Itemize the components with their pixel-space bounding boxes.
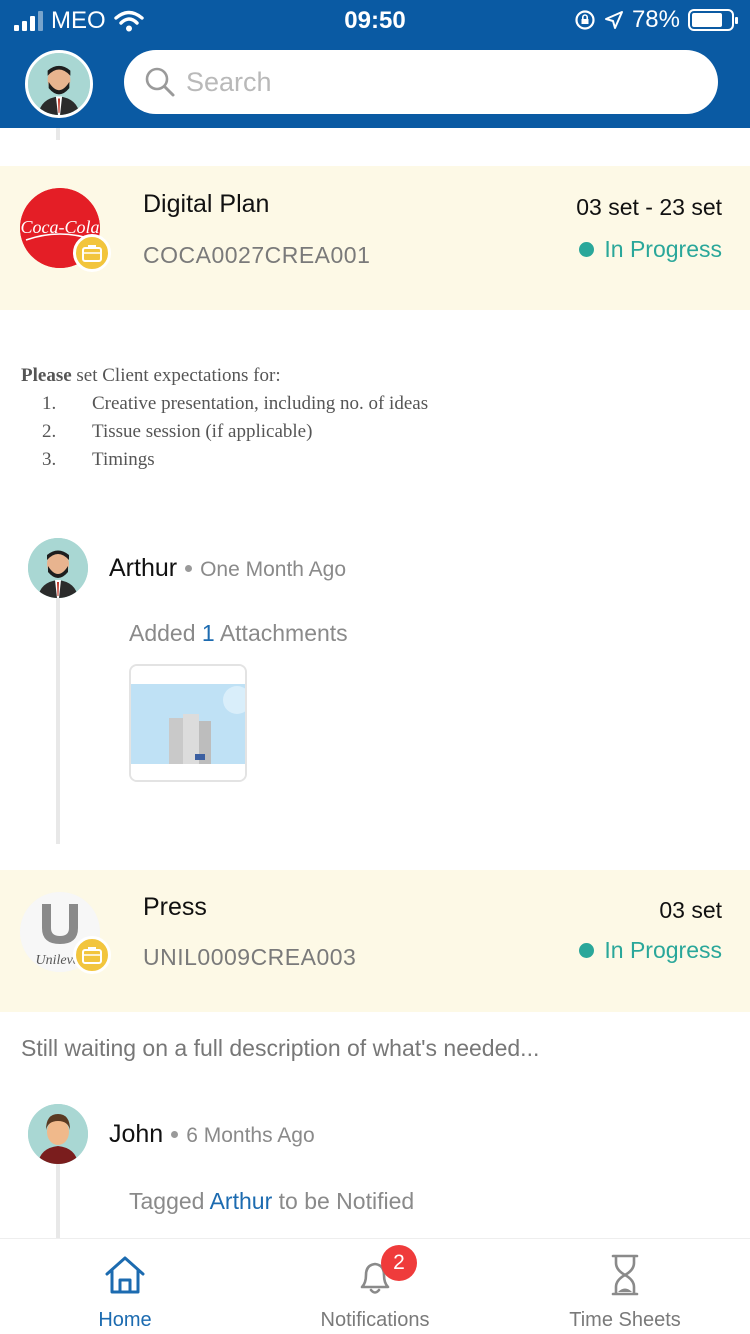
task-card[interactable]: Coca-Cola Digital Plan COCA0027CREA001 0… xyxy=(0,166,750,310)
profile-avatar[interactable] xyxy=(25,50,93,118)
status-badge: In Progress xyxy=(579,937,722,964)
separator-dot xyxy=(185,565,193,572)
user-avatar-image xyxy=(28,1104,88,1164)
activity-text: Added 1 Attachments xyxy=(129,620,348,647)
activity-time: 6 Months Ago xyxy=(186,1124,315,1147)
tab-notifications[interactable]: 2 Notifications xyxy=(250,1239,500,1334)
briefcase-badge xyxy=(73,936,111,974)
activity-header: John 6 Months Ago xyxy=(109,1120,315,1149)
hourglass-icon xyxy=(603,1253,647,1297)
description-lead-rest: set Client expectations for: xyxy=(71,365,281,386)
description-list: 1. Creative presentation, including no. o… xyxy=(21,390,428,474)
attachment-image xyxy=(131,666,245,780)
activity-text: Tagged Arthur to be Notified xyxy=(129,1188,414,1215)
attachment-count[interactable]: 1 xyxy=(202,620,215,646)
battery-icon xyxy=(688,9,738,31)
briefcase-icon xyxy=(82,245,102,262)
bell-icon: 2 xyxy=(353,1245,417,1297)
separator-dot xyxy=(171,1131,179,1138)
profile-avatar-image xyxy=(28,53,90,115)
status-dot xyxy=(579,242,595,257)
bottom-tab-bar: Home 2 Notifications Time Sheets xyxy=(0,1238,750,1334)
notification-count-badge: 2 xyxy=(381,1245,417,1281)
status-label: In Progress xyxy=(604,937,722,963)
description-lead-bold: Please xyxy=(21,365,72,386)
tab-label: Home xyxy=(98,1309,152,1331)
timeline-line xyxy=(56,596,60,844)
task-title: Press xyxy=(143,893,207,921)
task-code: UNIL0009CREA003 xyxy=(143,944,357,970)
home-icon xyxy=(103,1253,147,1297)
search-bar[interactable] xyxy=(124,50,718,114)
list-item-text: Tissue session (if applicable) xyxy=(92,421,313,442)
battery-percent: 78% xyxy=(631,6,680,33)
activity-header: Arthur One Month Ago xyxy=(109,554,346,583)
tab-home[interactable]: Home xyxy=(0,1239,250,1334)
rotation-lock-icon xyxy=(575,10,595,30)
tab-label: Notifications xyxy=(320,1309,430,1331)
app-header: MEO 09:50 78% xyxy=(0,0,750,128)
activity-suffix: Attachments xyxy=(214,620,348,646)
activity-time: One Month Ago xyxy=(200,558,347,581)
description-lead: Please set Client expectations for: xyxy=(21,362,428,390)
status-dot xyxy=(579,943,595,958)
user-avatar-image xyxy=(28,538,88,598)
task-description: Please set Client expectations for: 1. Cr… xyxy=(21,362,428,474)
search-input[interactable] xyxy=(186,66,686,98)
tab-time-sheets[interactable]: Time Sheets xyxy=(500,1239,750,1334)
status-right: 78% xyxy=(574,6,738,34)
list-item-number: 3. xyxy=(42,449,57,470)
tagged-user-link[interactable]: Arthur xyxy=(210,1188,273,1214)
tab-label: Time Sheets xyxy=(569,1309,681,1331)
status-badge: In Progress xyxy=(579,236,722,263)
status-label: In Progress xyxy=(604,236,722,262)
attachment-thumbnail[interactable] xyxy=(129,664,247,782)
search-icon xyxy=(145,67,175,97)
task-dates: 03 set - 23 set xyxy=(576,194,722,220)
user-name[interactable]: John xyxy=(109,1120,163,1149)
task-dates: 03 set xyxy=(659,897,722,923)
status-bar: MEO 09:50 78% xyxy=(0,0,750,42)
briefcase-icon xyxy=(82,947,102,964)
user-name[interactable]: Arthur xyxy=(109,554,177,583)
timeline-line xyxy=(56,1162,60,1238)
list-item-number: 1. xyxy=(42,393,57,414)
location-arrow-icon xyxy=(604,11,623,29)
list-item-text: Creative presentation, including no. of … xyxy=(92,393,429,414)
task-title: Digital Plan xyxy=(143,190,270,218)
activity-suffix: to be Notified xyxy=(272,1188,415,1214)
list-item: 1. Creative presentation, including no. o… xyxy=(21,390,428,418)
user-avatar[interactable] xyxy=(28,538,88,598)
list-item-number: 2. xyxy=(42,421,57,442)
list-item: 3. Timings xyxy=(21,446,428,474)
task-code: COCA0027CREA001 xyxy=(143,242,371,268)
list-item: 2. Tissue session (if applicable) xyxy=(21,418,428,446)
activity-prefix: Added xyxy=(129,620,202,646)
briefcase-badge xyxy=(73,234,111,272)
timeline-line xyxy=(56,128,60,140)
task-card[interactable]: Unilever Press UNIL0009CREA003 03 set In… xyxy=(0,870,750,1012)
task-description: Still waiting on a full description of w… xyxy=(21,1035,540,1061)
user-avatar[interactable] xyxy=(28,1104,88,1164)
list-item-text: Timings xyxy=(92,449,155,470)
activity-prefix: Tagged xyxy=(129,1188,210,1214)
